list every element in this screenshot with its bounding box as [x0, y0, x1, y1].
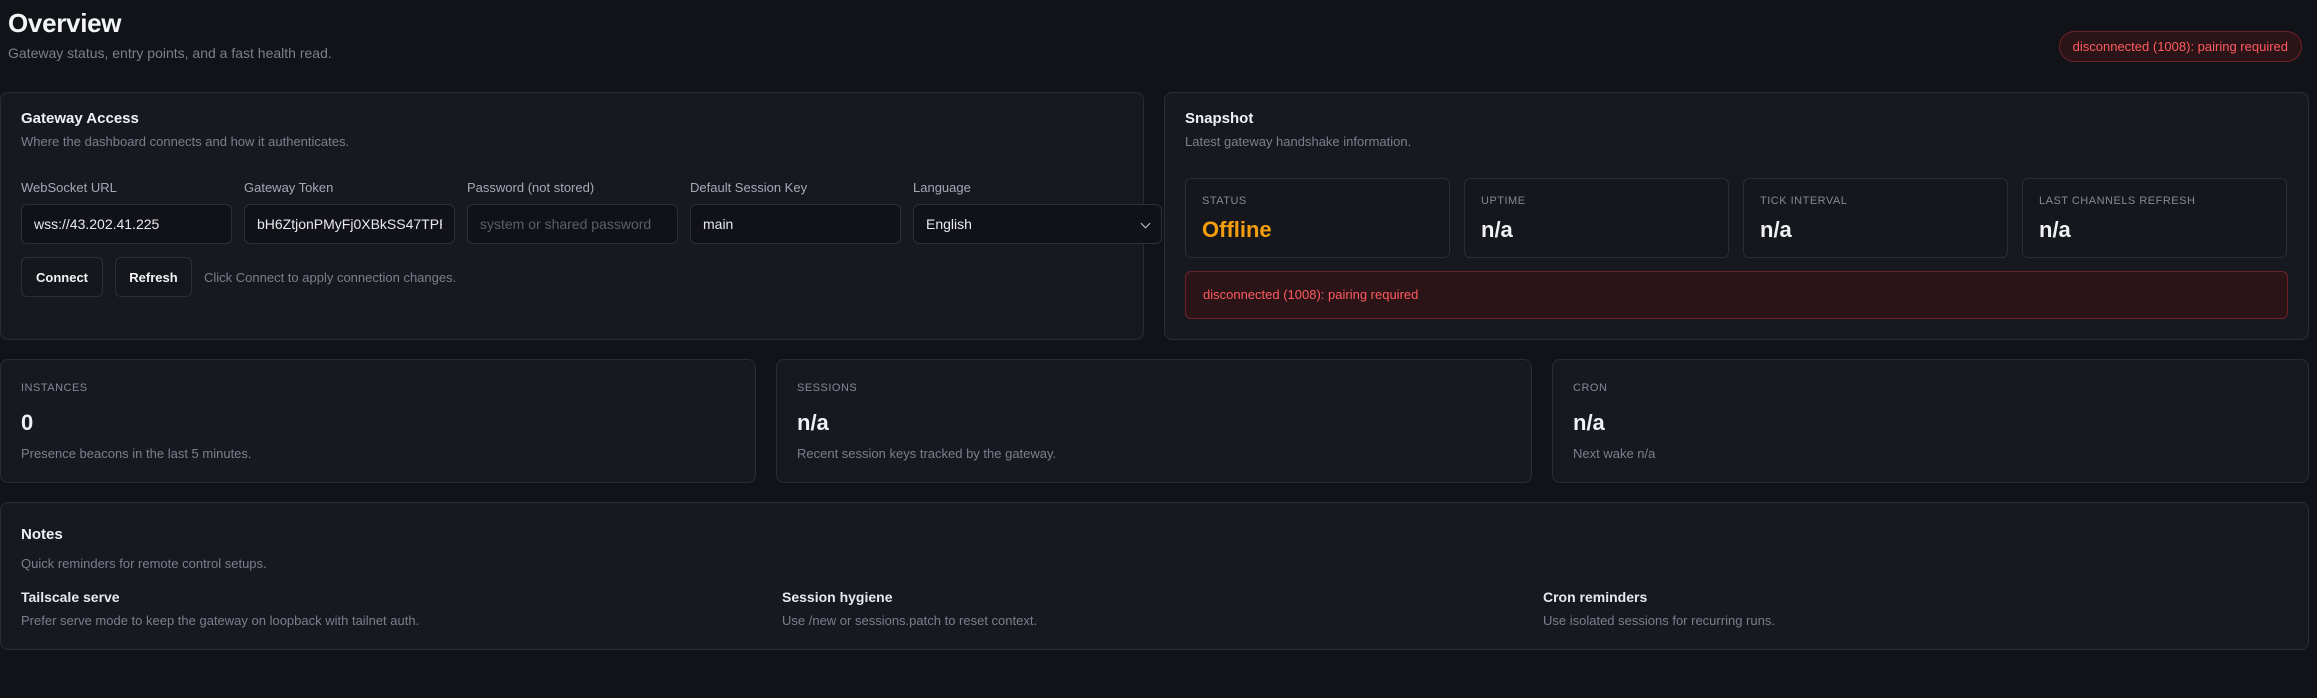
- snapshot-error-callout: disconnected (1008): pairing required: [1185, 271, 2288, 319]
- gateway-token-label: Gateway Token: [244, 180, 334, 195]
- session-key-input[interactable]: [690, 204, 901, 244]
- stat-label: UPTIME: [1481, 195, 1526, 207]
- note-text-tailscale: Prefer serve mode to keep the gateway on…: [21, 613, 420, 628]
- language-select[interactable]: English: [913, 204, 1162, 244]
- page-title: Overview: [8, 8, 122, 38]
- note-text-cron-reminders: Use isolated sessions for recurring runs…: [1543, 613, 1775, 628]
- stat-label: LAST CHANNELS REFRESH: [2039, 195, 2196, 207]
- note-title-tailscale: Tailscale serve: [21, 589, 120, 605]
- stat-label: TICK INTERVAL: [1760, 195, 1848, 207]
- session-key-label: Default Session Key: [690, 180, 808, 195]
- snapshot-title: Snapshot: [1185, 110, 1254, 127]
- gateway-access-card: Gateway Access Where the dashboard conne…: [0, 92, 1162, 340]
- connect-hint: Click Connect to apply connection change…: [204, 270, 457, 285]
- metric-description: Presence beacons in the last 5 minutes.: [21, 446, 252, 461]
- page-subtitle: Gateway status, entry points, and a fast…: [8, 45, 332, 61]
- websocket-url-label: WebSocket URL: [21, 180, 117, 195]
- instances-card: INSTANCES 0 Presence beacons in the last…: [0, 359, 756, 483]
- sessions-value: n/a: [797, 410, 829, 435]
- stat-last-channels-refresh: LAST CHANNELS REFRESH n/a: [2022, 178, 2287, 258]
- metric-description: Recent session keys tracked by the gatew…: [797, 446, 1057, 461]
- language-label: Language: [913, 180, 971, 195]
- stat-value-last-channels-refresh: n/a: [2039, 217, 2071, 242]
- metric-label: SESSIONS: [797, 382, 858, 394]
- note-title-session-hygiene: Session hygiene: [782, 589, 893, 605]
- notes-title: Notes: [21, 526, 63, 543]
- password-label: Password (not stored): [467, 180, 595, 195]
- notes-subtitle: Quick reminders for remote control setup…: [21, 556, 267, 571]
- stat-value-status: Offline: [1202, 217, 1272, 242]
- refresh-button[interactable]: Refresh: [115, 257, 192, 297]
- metric-description: Next wake n/a: [1573, 446, 1656, 461]
- sessions-card: SESSIONS n/a Recent session keys tracked…: [776, 359, 1532, 483]
- connection-status-badge: disconnected (1008): pairing required: [2058, 31, 2302, 62]
- stat-value-tick-interval: n/a: [1760, 217, 1792, 242]
- chevron-down-icon: [1140, 218, 1151, 229]
- metric-label: CRON: [1573, 382, 1608, 394]
- snapshot-card: Snapshot Latest gateway handshake inform…: [1164, 92, 2309, 340]
- gateway-access-subtitle: Where the dashboard connects and how it …: [21, 134, 350, 149]
- stat-uptime: UPTIME n/a: [1464, 178, 1729, 258]
- stat-status: STATUS Offline: [1185, 178, 1450, 258]
- note-title-cron-reminders: Cron reminders: [1543, 589, 1648, 605]
- stat-tick-interval: TICK INTERVAL n/a: [1743, 178, 2008, 258]
- websocket-url-input[interactable]: [21, 204, 232, 244]
- note-text-session-hygiene: Use /new or sessions.patch to reset cont…: [782, 613, 1038, 628]
- stat-value-uptime: n/a: [1481, 217, 1513, 242]
- cron-value: n/a: [1573, 410, 1605, 435]
- gateway-token-input[interactable]: [244, 204, 455, 244]
- password-input[interactable]: [467, 204, 678, 244]
- cron-card: CRON n/a Next wake n/a: [1552, 359, 2309, 483]
- metric-label: INSTANCES: [21, 382, 88, 394]
- gateway-access-title: Gateway Access: [21, 110, 139, 127]
- instances-value: 0: [21, 410, 34, 435]
- stat-label: STATUS: [1202, 195, 1247, 207]
- notes-card: Notes Quick reminders for remote control…: [0, 502, 2309, 650]
- language-select-value: English: [926, 216, 972, 232]
- snapshot-subtitle: Latest gateway handshake information.: [1185, 134, 1412, 149]
- connect-button[interactable]: Connect: [21, 257, 103, 297]
